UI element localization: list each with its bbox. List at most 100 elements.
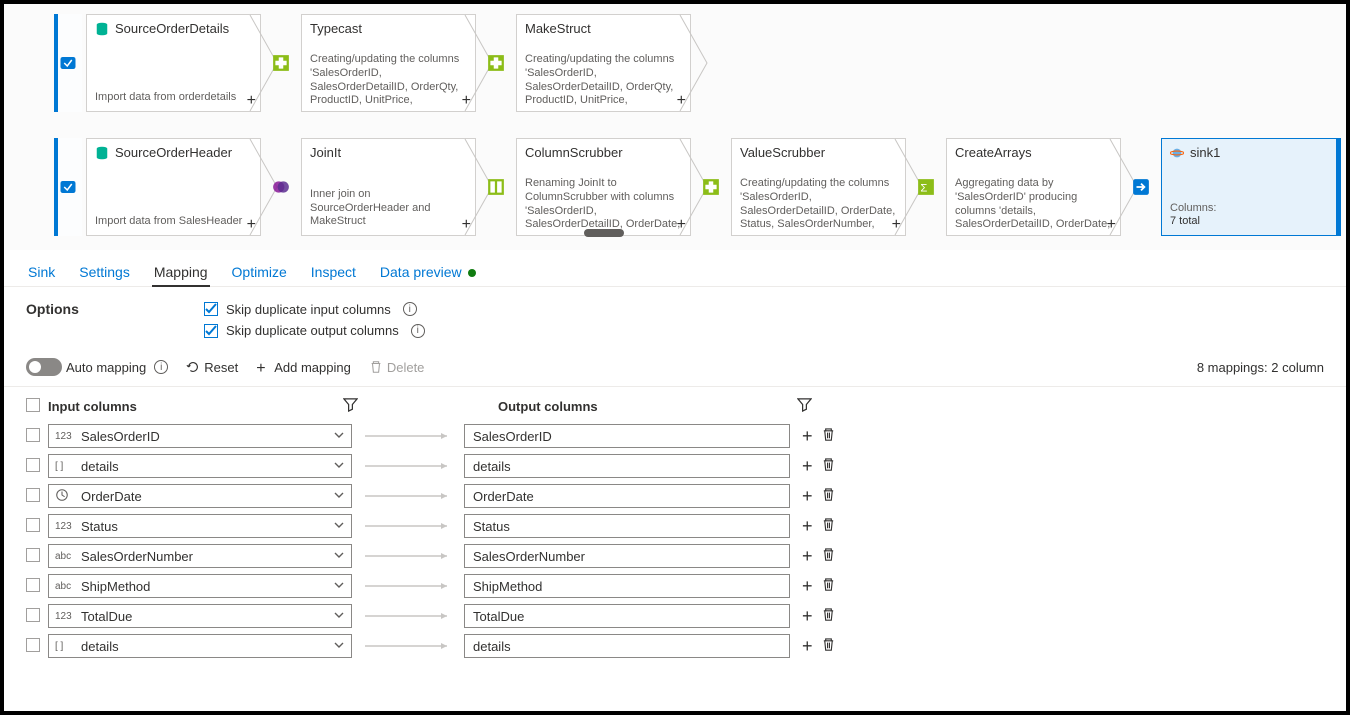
input-column-select[interactable]: 123SalesOrderID <box>48 424 352 448</box>
delete-row-button[interactable] <box>821 607 836 625</box>
connector: Σ <box>906 138 946 236</box>
output-column-input[interactable]: OrderDate <box>464 484 790 508</box>
node-makestruct[interactable]: MakeStruct Creating/updating the columns… <box>516 14 691 112</box>
input-column-value: SalesOrderNumber <box>81 549 193 564</box>
row-checkbox[interactable] <box>26 488 40 502</box>
mapping-arrow <box>352 551 464 561</box>
type-icon: 123 <box>55 431 75 442</box>
output-column-input[interactable]: ShipMethod <box>464 574 790 598</box>
row-checkbox[interactable] <box>26 578 40 592</box>
node-joinit[interactable]: JoinIt Inner join on SourceOrderHeader a… <box>301 138 476 236</box>
tab-optimize[interactable]: Optimize <box>230 258 289 286</box>
chevron-down-icon <box>333 549 345 564</box>
node-valuescrubber[interactable]: ValueScrubber Creating/updating the colu… <box>731 138 906 236</box>
delete-row-button[interactable] <box>821 487 836 505</box>
tab-mapping[interactable]: Mapping <box>152 258 210 286</box>
add-row-button[interactable]: + <box>802 577 813 595</box>
add-row-button[interactable]: + <box>802 607 813 625</box>
reset-button[interactable]: Reset <box>186 360 238 375</box>
input-column-select[interactable]: abcShipMethod <box>48 574 352 598</box>
node-createarrays[interactable]: CreateArrays Aggregating data by 'SalesO… <box>946 138 1121 236</box>
type-icon: [ ] <box>55 641 75 652</box>
info-icon[interactable]: i <box>411 324 425 338</box>
output-column-input[interactable]: SalesOrderNumber <box>464 544 790 568</box>
source-handle[interactable] <box>54 14 82 112</box>
type-icon: abc <box>55 551 75 562</box>
node-typecast[interactable]: Typecast Creating/updating the columns '… <box>301 14 476 112</box>
output-column-value: SalesOrderID <box>473 429 552 444</box>
input-column-select[interactable]: 123TotalDue <box>48 604 352 628</box>
chevron-down-icon <box>333 489 345 504</box>
scroll-indicator <box>584 229 624 237</box>
mapping-toolbar: Auto mapping i Reset + Add mapping Delet… <box>4 354 1346 387</box>
mapping-count-status: 8 mappings: 2 column <box>1197 360 1324 375</box>
output-column-value: TotalDue <box>473 609 524 624</box>
node-sourceorderdetails[interactable]: SourceOrderDetails Import data from orde… <box>86 14 261 112</box>
info-icon[interactable]: i <box>403 302 417 316</box>
node-desc: Creating/updating the columns 'SalesOrde… <box>525 53 682 105</box>
delete-row-button[interactable] <box>821 517 836 535</box>
select-all-checkbox[interactable] <box>26 398 40 412</box>
connector <box>261 14 301 112</box>
connector <box>691 138 731 236</box>
mapping-row: 123SalesOrderID SalesOrderID + <box>26 421 1324 451</box>
delete-button[interactable]: Delete <box>369 360 425 375</box>
checkbox-skip-input[interactable] <box>204 302 218 316</box>
source-handle[interactable] <box>54 138 82 236</box>
trash-icon <box>369 360 383 374</box>
delete-row-button[interactable] <box>821 457 836 475</box>
input-column-select[interactable]: 123Status <box>48 514 352 538</box>
delete-row-button[interactable] <box>821 577 836 595</box>
mapping-row: abcShipMethod ShipMethod + <box>26 571 1324 601</box>
input-column-select[interactable]: OrderDate <box>48 484 352 508</box>
input-column-select[interactable]: abc SalesOrderNumber <box>48 544 352 568</box>
info-icon[interactable]: i <box>154 360 168 374</box>
row-checkbox[interactable] <box>26 638 40 652</box>
node-columnscrubber[interactable]: ColumnScrubber Renaming JoinIt to Column… <box>516 138 691 236</box>
output-column-input[interactable]: details <box>464 634 790 658</box>
output-column-input[interactable]: details <box>464 454 790 478</box>
row-checkbox[interactable] <box>26 608 40 622</box>
node-sourceorderheader[interactable]: SourceOrderHeader Import data from Sales… <box>86 138 261 236</box>
tab-inspect[interactable]: Inspect <box>309 258 358 286</box>
output-column-input[interactable]: SalesOrderID <box>464 424 790 448</box>
auto-mapping-toggle[interactable]: Auto mapping i <box>26 358 168 376</box>
dataflow-canvas[interactable]: SourceOrderDetails Import data from orde… <box>4 4 1346 250</box>
add-row-button[interactable]: + <box>802 637 813 655</box>
input-column-select[interactable]: [ ] details <box>48 634 352 658</box>
filter-icon[interactable] <box>343 397 358 415</box>
flow-row-2: SourceOrderHeader Import data from Sales… <box>54 138 1346 236</box>
input-column-select[interactable]: [ ]details <box>48 454 352 478</box>
derived-column-icon <box>485 52 507 74</box>
row-checkbox[interactable] <box>26 518 40 532</box>
output-column-input[interactable]: TotalDue <box>464 604 790 628</box>
filter-icon[interactable] <box>797 397 812 415</box>
row-checkbox[interactable] <box>26 428 40 442</box>
row-checkbox[interactable] <box>26 548 40 562</box>
checkbox-skip-output[interactable] <box>204 324 218 338</box>
add-mapping-button[interactable]: + Add mapping <box>256 360 351 375</box>
delete-row-button[interactable] <box>821 427 836 445</box>
add-row-button[interactable]: + <box>802 457 813 475</box>
chevron-down-icon <box>333 609 345 624</box>
sink-columns: Columns:7 total <box>1170 202 1332 230</box>
node-desc: Import data from orderdetails <box>95 91 252 105</box>
mapping-arrow <box>352 461 464 471</box>
add-row-button[interactable]: + <box>802 427 813 445</box>
output-column-input[interactable]: Status <box>464 514 790 538</box>
add-row-button[interactable]: + <box>802 487 813 505</box>
node-sink1[interactable]: sink1 Columns:7 total <box>1161 138 1341 236</box>
node-desc: Creating/updating the columns 'SalesOrde… <box>740 177 897 229</box>
tab-settings[interactable]: Settings <box>77 258 132 286</box>
delete-row-button[interactable] <box>821 547 836 565</box>
tab-sink[interactable]: Sink <box>26 258 57 286</box>
delete-row-button[interactable] <box>821 637 836 655</box>
input-column-value: details <box>81 639 119 654</box>
add-row-button[interactable]: + <box>802 547 813 565</box>
row-checkbox[interactable] <box>26 458 40 472</box>
add-row-button[interactable]: + <box>802 517 813 535</box>
chevron-down-icon <box>333 459 345 474</box>
tab-data-preview[interactable]: Data preview <box>378 258 478 286</box>
node-title: ColumnScrubber <box>525 145 623 160</box>
node-desc: Import data from SalesHeader <box>95 215 252 229</box>
